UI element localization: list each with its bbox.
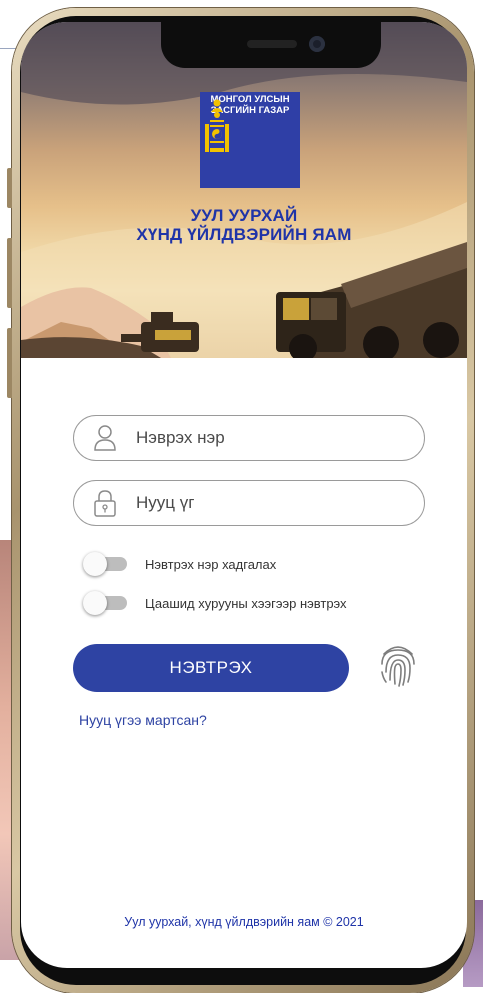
phone-mute-button [7,168,12,208]
camera-icon [309,36,325,52]
speaker-grille [247,40,297,48]
fingerprint-login-row: Цаашид хурууны хээгээр нэвтрэх [83,591,347,615]
password-input[interactable] [134,492,398,514]
mining-scene-illustration [21,22,467,358]
fingerprint-icon[interactable] [378,642,418,693]
phone-notch [161,22,381,68]
remember-username-label: Нэвтрэх нэр хадгалах [145,556,277,572]
password-field[interactable] [73,480,425,526]
user-icon [90,425,120,451]
phone-volume-up-button [7,238,12,308]
app-screen: МОНГОЛ УЛСЫН ЗАСГИЙН ГАЗАР УУЛ УУРХАЙ ХҮ… [21,22,467,968]
soyombo-emblem-icon [205,99,229,152]
lock-icon [90,489,120,517]
ministry-name-line2: ХҮНД ҮЙЛДВЭРИЙН ЯАМ [136,225,352,244]
phone-volume-down-button [7,328,12,398]
ministry-name-line1: УУЛ УУРХАЙ [190,206,298,225]
login-button[interactable]: НЭВТРЭХ [73,644,349,692]
footer-copyright: Уул уурхай, хүнд үйлдвэрийн яам © 2021 [124,915,364,929]
government-logo: МОНГОЛ УЛСЫН ЗАСГИЙН ГАЗАР [200,92,300,188]
hero-banner: МОНГОЛ УЛСЫН ЗАСГИЙН ГАЗАР УУЛ УУРХАЙ ХҮ… [21,22,467,358]
remember-username-row: Нэвтрэх нэр хадгалах [83,552,276,576]
fingerprint-login-label: Цаашид хурууны хээгээр нэвтрэх [145,595,347,611]
remember-username-toggle[interactable] [83,552,127,576]
username-input[interactable] [134,427,398,449]
username-field[interactable] [73,415,425,461]
forgot-password-link[interactable]: Нууц үгээ мартсан? [79,712,207,728]
fingerprint-login-toggle[interactable] [83,591,127,615]
